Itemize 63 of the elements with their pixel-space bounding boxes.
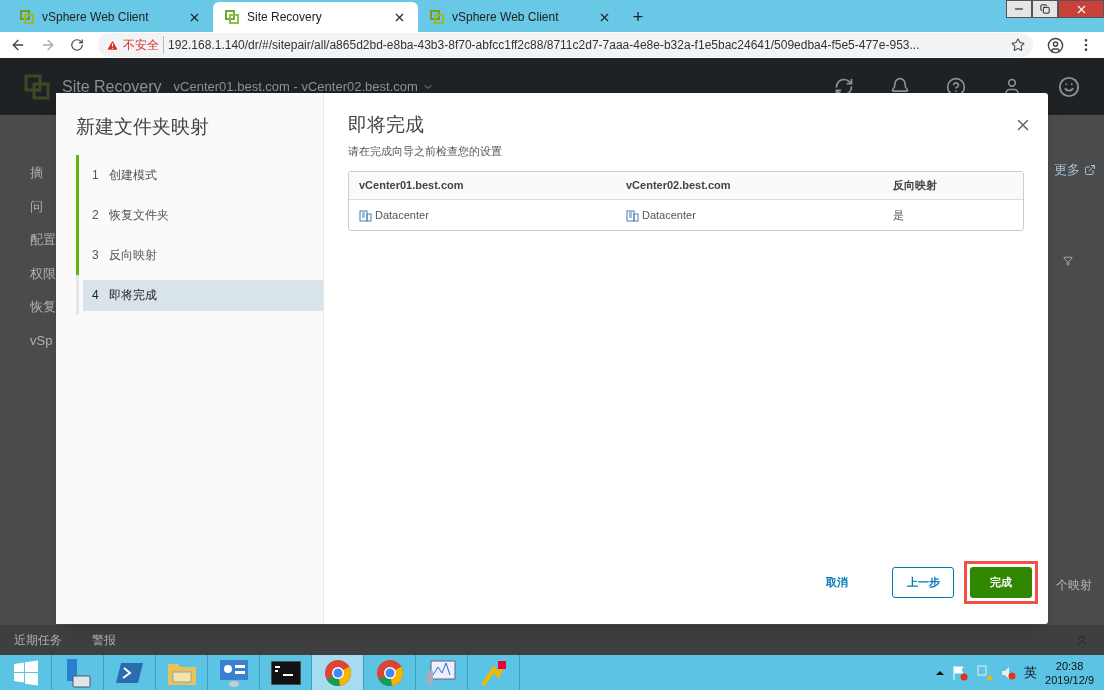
- page-heading: 即将完成: [348, 113, 424, 137]
- building-icon: [626, 208, 639, 222]
- new-tab-button[interactable]: +: [623, 2, 653, 32]
- dialog-title: 新建文件夹映射: [75, 115, 210, 139]
- smiley-icon[interactable]: [1058, 75, 1080, 98]
- nav-item[interactable]: vSp: [30, 330, 56, 350]
- minimize-button[interactable]: [1006, 0, 1032, 18]
- wizard-step[interactable]: 3 反向映射: [83, 239, 323, 271]
- site-pair-selector[interactable]: vCenter01.best.com - vCenter02.best.com: [173, 76, 434, 97]
- tray-caret-icon[interactable]: [936, 670, 945, 675]
- nav-item[interactable]: 配置: [30, 230, 56, 250]
- back-button[interactable]: 上一步: [892, 567, 954, 598]
- tab-logo-icon: [430, 10, 444, 24]
- reload-icon[interactable]: [70, 38, 84, 52]
- nav-item[interactable]: 问: [30, 196, 56, 216]
- column-header: vCenter02.best.com: [625, 178, 732, 194]
- tab-logo-icon: [225, 10, 239, 24]
- table-cell-text: 是: [893, 207, 904, 223]
- building-icon: [359, 208, 372, 222]
- table-cell-text: Datacenter: [375, 207, 429, 223]
- bottom-tab[interactable]: 警报: [92, 631, 116, 649]
- nav-item[interactable]: 权限: [30, 263, 56, 283]
- bottom-tab[interactable]: 近期任务: [14, 631, 62, 649]
- panel-icon: [218, 657, 249, 688]
- security-warning: 不安全: [123, 36, 164, 54]
- panel-text: 个映射: [1056, 576, 1093, 594]
- table-cell-text: Datacenter: [642, 207, 696, 223]
- external-link-icon: [1084, 163, 1096, 176]
- logo-icon: [24, 73, 50, 100]
- wizard-step[interactable]: 4 即将完成: [83, 279, 323, 311]
- cancel-button[interactable]: 取消: [806, 567, 868, 598]
- powershell-icon: [115, 661, 144, 684]
- filter-icon[interactable]: [1063, 255, 1073, 266]
- nav-item[interactable]: 恢复: [30, 297, 56, 317]
- column-header: 反向映射: [892, 178, 938, 194]
- start-icon: [12, 659, 39, 686]
- nav-item[interactable]: 摘: [30, 163, 56, 183]
- page-subtitle: 请在完成向导之前检查您的设置: [348, 143, 503, 159]
- terminal-icon: [270, 660, 301, 685]
- clock[interactable]: 20:38 2019/12/9: [1045, 658, 1094, 687]
- tab-logo-icon: [20, 10, 34, 24]
- url-text: 192.168.1.140/dr/#/sitepair/all/a865d2bd-e8ba-43b3-8f70-abfcc1ff2c88/8711c2d7-7aaa-4e8e-b32a-f1e5bac24641/509edba4-f5e5-477e-953...: [168, 37, 920, 54]
- input-method[interactable]: 英: [1024, 662, 1038, 683]
- more-link[interactable]: 更多: [1054, 160, 1096, 180]
- restore-icon: [1040, 4, 1050, 14]
- finish-button[interactable]: 完成: [970, 567, 1032, 598]
- chrome-icon: [323, 658, 352, 687]
- flag-icon[interactable]: [952, 664, 969, 681]
- app-title: Site Recovery: [62, 76, 162, 97]
- wizard-step[interactable]: 2 恢复文件夹: [83, 199, 323, 231]
- wizard-step[interactable]: 1 创建模式: [83, 159, 323, 191]
- chrome-icon: [375, 658, 404, 687]
- arrow-icon: [479, 658, 508, 687]
- address-bar[interactable]: 不安全 192.168.1.140/dr/#/sitepair/all/a865d2bd-e8ba-43b3-8f70-abfcc1ff2c88/8711c2d7-7aaa-4e8e-b32a-f1e5bac24641/509edba4-f5e5-477e-953...: [98, 33, 1033, 57]
- browser-tab[interactable]: Site Recovery: [213, 2, 418, 32]
- restore-button[interactable]: [1032, 0, 1058, 18]
- profile-icon[interactable]: [1047, 36, 1064, 54]
- monitor-icon: [426, 658, 457, 687]
- close-window-button[interactable]: [1058, 0, 1104, 18]
- column-header: vCenter01.best.com: [358, 178, 465, 194]
- back-icon[interactable]: [10, 37, 26, 53]
- warning-icon: [106, 38, 119, 52]
- star-icon[interactable]: [1011, 38, 1025, 52]
